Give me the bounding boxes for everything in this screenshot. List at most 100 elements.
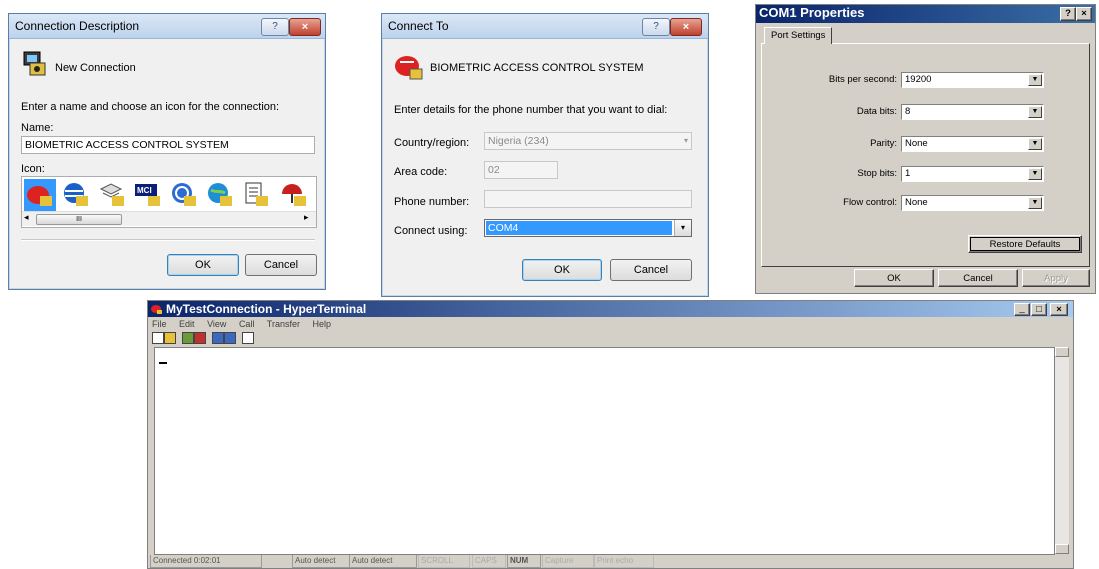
bits-per-second-value: 19200 — [905, 74, 932, 85]
connection-description-dialog: Connection Description ? × New Connectio… — [8, 13, 326, 290]
area-code-input[interactable]: 02 — [484, 161, 558, 179]
vertical-scrollbar[interactable] — [1055, 347, 1069, 554]
umbrella-icon[interactable] — [280, 181, 308, 209]
dialog-title: Connect To — [388, 19, 449, 33]
scroll-left-arrow[interactable]: ◂ — [24, 212, 29, 223]
status-bar: Connected 0:02:01 Auto detect Auto detec… — [148, 555, 1073, 568]
restore-defaults-button[interactable]: Restore Defaults — [968, 235, 1082, 253]
app-icon — [151, 305, 162, 314]
instruction-text: Enter details for the phone number that … — [394, 104, 668, 116]
phone-number-label: Phone number: — [394, 196, 470, 208]
status-auto-detect-2: Auto detect — [349, 555, 417, 568]
svg-text:MCI: MCI — [137, 186, 152, 195]
parity-select[interactable]: None ▼ — [901, 136, 1044, 152]
bits-per-second-select[interactable]: 19200 ▼ — [901, 72, 1044, 88]
status-auto-detect-1: Auto detect — [292, 555, 350, 568]
chevron-down-icon[interactable]: ▼ — [1028, 106, 1042, 118]
status-scroll: SCROLL — [418, 555, 470, 568]
flow-control-label: Flow control: — [843, 197, 897, 208]
bits-per-second-label: Bits per second: — [828, 74, 897, 85]
stop-bits-select[interactable]: 1 ▼ — [901, 166, 1044, 182]
chevron-down-icon[interactable]: ▼ — [1028, 74, 1042, 86]
stop-bits-value: 1 — [905, 168, 911, 179]
ok-button[interactable]: OK — [167, 254, 239, 276]
receive-icon[interactable] — [224, 332, 236, 344]
status-connected-time: Connected 0:02:01 — [150, 555, 262, 568]
phone-number-input[interactable] — [484, 190, 692, 208]
minimize-button[interactable]: _ — [1014, 303, 1030, 316]
status-capture: Capture — [542, 555, 594, 568]
help-button[interactable]: ? — [1060, 7, 1076, 21]
scroll-down-arrow[interactable] — [1055, 544, 1069, 554]
ok-button[interactable]: OK — [522, 259, 602, 281]
connection-name-label: BIOMETRIC ACCESS CONTROL SYSTEM — [430, 62, 644, 74]
data-bits-select[interactable]: 8 ▼ — [901, 104, 1044, 120]
com1-properties-dialog: COM1 Properties ? × Port Settings Bits p… — [755, 4, 1096, 294]
title-bar: Connection Description ? × — [9, 14, 325, 39]
data-bits-label: Data bits: — [856, 106, 897, 117]
document-icon[interactable] — [242, 181, 270, 209]
tab-port-settings[interactable]: Port Settings — [764, 27, 833, 44]
divider — [21, 239, 315, 241]
close-button[interactable]: × — [289, 18, 321, 36]
mci-icon[interactable]: MCI — [134, 181, 162, 209]
properties-icon[interactable] — [242, 332, 254, 344]
connect-using-select[interactable]: COM4 ▾ — [484, 219, 692, 237]
title-bar: MyTestConnection - HyperTerminal _ □ × — [148, 301, 1073, 317]
send-icon[interactable] — [212, 332, 224, 344]
close-button[interactable]: × — [1050, 303, 1068, 316]
connect-using-value: COM4 — [488, 222, 519, 234]
chevron-down-icon[interactable]: ▼ — [1028, 197, 1042, 209]
close-button[interactable]: × — [1076, 7, 1092, 21]
scroll-up-arrow[interactable] — [1055, 347, 1069, 357]
icon-label: Icon: — [21, 163, 45, 175]
name-input[interactable]: BIOMETRIC ACCESS CONTROL SYSTEM — [21, 136, 315, 154]
connect-icon[interactable] — [182, 332, 194, 344]
flow-control-select[interactable]: None ▼ — [901, 195, 1044, 211]
apply-button[interactable]: Apply — [1022, 269, 1090, 287]
connect-to-dialog: Connect To ? × BIOMETRIC ACCESS CONTROL … — [381, 13, 709, 297]
globe-icon[interactable] — [62, 181, 90, 209]
ok-button[interactable]: OK — [854, 269, 934, 287]
icon-list-scrollbar[interactable]: ◂ III ▸ — [22, 211, 316, 226]
country-select[interactable]: Nigeria (234) ▾ — [484, 132, 692, 150]
country-label: Country/region: — [394, 137, 470, 149]
menu-call[interactable]: Call — [239, 319, 255, 329]
globe-phone-icon[interactable] — [206, 181, 234, 209]
help-button[interactable]: ? — [261, 18, 289, 36]
disconnect-icon[interactable] — [194, 332, 206, 344]
country-value: Nigeria (234) — [488, 135, 549, 147]
connect-using-label: Connect using: — [394, 225, 468, 237]
icon-list[interactable]: MCI ◂ III ▸ — [21, 176, 317, 228]
maximize-button[interactable]: □ — [1031, 303, 1047, 316]
menu-transfer[interactable]: Transfer — [267, 319, 300, 329]
chevron-down-icon[interactable]: ▼ — [1028, 168, 1042, 180]
title-bar: Connect To ? × — [382, 14, 708, 39]
cancel-button[interactable]: Cancel — [245, 254, 317, 276]
menu-file[interactable]: File — [152, 319, 167, 329]
cancel-button[interactable]: Cancel — [610, 259, 692, 281]
help-button[interactable]: ? — [642, 18, 670, 36]
phone-icon — [23, 51, 46, 76]
window-title: MyTestConnection - HyperTerminal — [166, 302, 367, 316]
new-connection-icon[interactable] — [152, 332, 164, 344]
scroll-thumb[interactable]: III — [36, 214, 122, 225]
dialog-title: COM1 Properties — [759, 5, 865, 20]
fax-icon[interactable] — [98, 181, 126, 209]
terminal-area[interactable] — [154, 347, 1055, 555]
close-button[interactable]: × — [670, 18, 702, 36]
menu-edit[interactable]: Edit — [179, 319, 195, 329]
chevron-down-icon: ▾ — [683, 136, 688, 145]
red-phone-icon[interactable] — [26, 181, 54, 209]
chevron-down-icon[interactable]: ▼ — [1028, 138, 1042, 150]
data-bits-value: 8 — [905, 106, 911, 117]
cancel-button[interactable]: Cancel — [938, 269, 1018, 287]
chevron-down-icon[interactable]: ▾ — [674, 220, 691, 236]
status-caps: CAPS — [472, 555, 506, 568]
menu-view[interactable]: View — [207, 319, 226, 329]
flow-control-value: None — [905, 197, 928, 208]
ge-icon[interactable] — [170, 181, 198, 209]
menu-help[interactable]: Help — [313, 319, 332, 329]
scroll-right-arrow[interactable]: ▸ — [304, 212, 309, 223]
open-icon[interactable] — [164, 332, 176, 344]
